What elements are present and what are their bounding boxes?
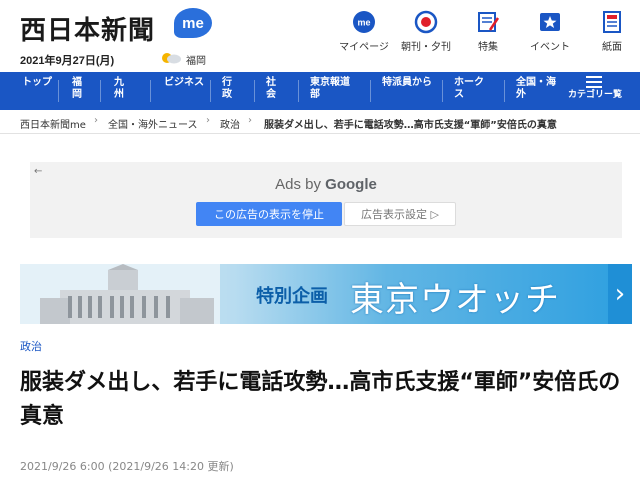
article-timestamp: 2021/9/26 6:00 (2021/9/26 14:20 更新) — [20, 460, 234, 473]
paper-label: 紙面 — [602, 42, 622, 53]
mypage-link[interactable]: me マイページ — [334, 10, 394, 53]
nav-divider — [254, 80, 255, 102]
nav-divider — [442, 80, 443, 102]
me-logo-badge[interactable]: me — [174, 8, 212, 38]
article-headline: 服装ダメ出し、若手に電話攻勢…高市氏支援“軍師”安倍氏の真意 — [20, 370, 621, 429]
nav-divider — [504, 80, 505, 102]
header-icon-nav: me マイページ 朝刊・夕刊 特集 イベント 紙面 — [330, 10, 640, 60]
nav-divider — [210, 80, 211, 102]
nav-society[interactable]: 社会 — [266, 77, 280, 101]
nav-national-world[interactable]: 全国・海外 — [516, 77, 560, 101]
nav-business[interactable]: ビジネス — [164, 77, 206, 89]
ads-by-label: Ads by — [275, 176, 321, 193]
site-header: 西日本新聞 me 2021年9月27日(月) 福岡 me マイページ 朝刊・夕刊… — [0, 0, 640, 72]
chevron-right-icon: › — [94, 115, 98, 126]
ad-settings-button[interactable]: 広告表示設定 ▷ — [344, 202, 456, 226]
chevron-right-icon[interactable]: › — [608, 264, 632, 324]
edition-link[interactable]: 朝刊・夕刊 — [396, 10, 456, 53]
google-label: Google — [325, 176, 377, 193]
nav-divider — [150, 80, 151, 102]
current-date: 2021年9月27日(月) — [20, 55, 115, 67]
newspaper-edition-icon — [414, 10, 438, 34]
breadcrumb-politics[interactable]: 政治 — [220, 116, 240, 131]
breadcrumb-home[interactable]: 西日本新聞me — [20, 116, 86, 131]
tokyo-watch-banner[interactable]: 特別企画 東京ウオッチ › — [20, 264, 632, 324]
nav-divider — [100, 80, 101, 102]
weather-city[interactable]: 福岡 — [186, 52, 206, 67]
event-label: イベント — [530, 42, 570, 53]
event-link[interactable]: イベント — [520, 10, 580, 53]
nav-divider — [370, 80, 371, 102]
edition-label: 朝刊・夕刊 — [401, 42, 451, 53]
category-navbar: トップ 福岡 九州 ビジネス 行政 社会 東京報道部 特派員から ホークス 全国… — [0, 72, 640, 110]
feature-icon — [476, 10, 500, 34]
diet-building-illustration — [20, 264, 220, 324]
mypage-label: マイページ — [339, 42, 389, 53]
svg-text:me: me — [357, 18, 370, 28]
menu-hamburger-icon[interactable] — [586, 76, 602, 88]
banner-special-label: 特別企画 — [256, 286, 328, 307]
ads-by-google: Ads by Google — [30, 176, 622, 193]
nav-kyushu[interactable]: 九州 — [114, 77, 128, 101]
paper-icon — [600, 10, 624, 34]
nav-divider — [298, 80, 299, 102]
stop-ad-button[interactable]: この広告の表示を停止 — [196, 202, 342, 226]
nav-tokyo-bureau[interactable]: 東京報道部 — [310, 77, 354, 101]
category-list-label[interactable]: カテゴリー覧 — [568, 90, 622, 100]
breadcrumb-national[interactable]: 全国・海外ニュース — [108, 116, 198, 131]
nav-gyosei[interactable]: 行政 — [222, 77, 236, 101]
nav-top[interactable]: トップ — [22, 77, 52, 89]
chevron-right-icon: › — [248, 115, 252, 126]
paper-link[interactable]: 紙面 — [582, 10, 640, 53]
nav-correspondent[interactable]: 特派員から — [382, 77, 438, 89]
feature-link[interactable]: 特集 — [458, 10, 518, 53]
breadcrumb: 西日本新聞me › 全国・海外ニュース › 政治 › 服装ダメ出し、若手に電話攻… — [0, 110, 640, 134]
nav-hawks[interactable]: ホークス — [454, 77, 488, 101]
site-logo[interactable]: 西日本新聞 — [20, 10, 155, 47]
feature-label: 特集 — [478, 42, 498, 53]
me-icon: me — [352, 10, 376, 34]
chevron-right-icon: › — [206, 115, 210, 126]
banner-title: 東京ウオッチ — [350, 280, 560, 320]
nav-divider — [58, 80, 59, 102]
event-star-icon — [538, 10, 562, 34]
ad-panel: ← Ads by Google この広告の表示を停止 広告表示設定 ▷ — [30, 162, 622, 238]
breadcrumb-current: 服装ダメ出し、若手に電話攻勢…高市氏支援“軍師”安倍氏の真意 — [264, 120, 557, 131]
article-category[interactable]: 政治 — [20, 338, 42, 354]
weather-sun-cloud-icon — [162, 53, 181, 64]
nav-fukuoka[interactable]: 福岡 — [72, 77, 86, 101]
